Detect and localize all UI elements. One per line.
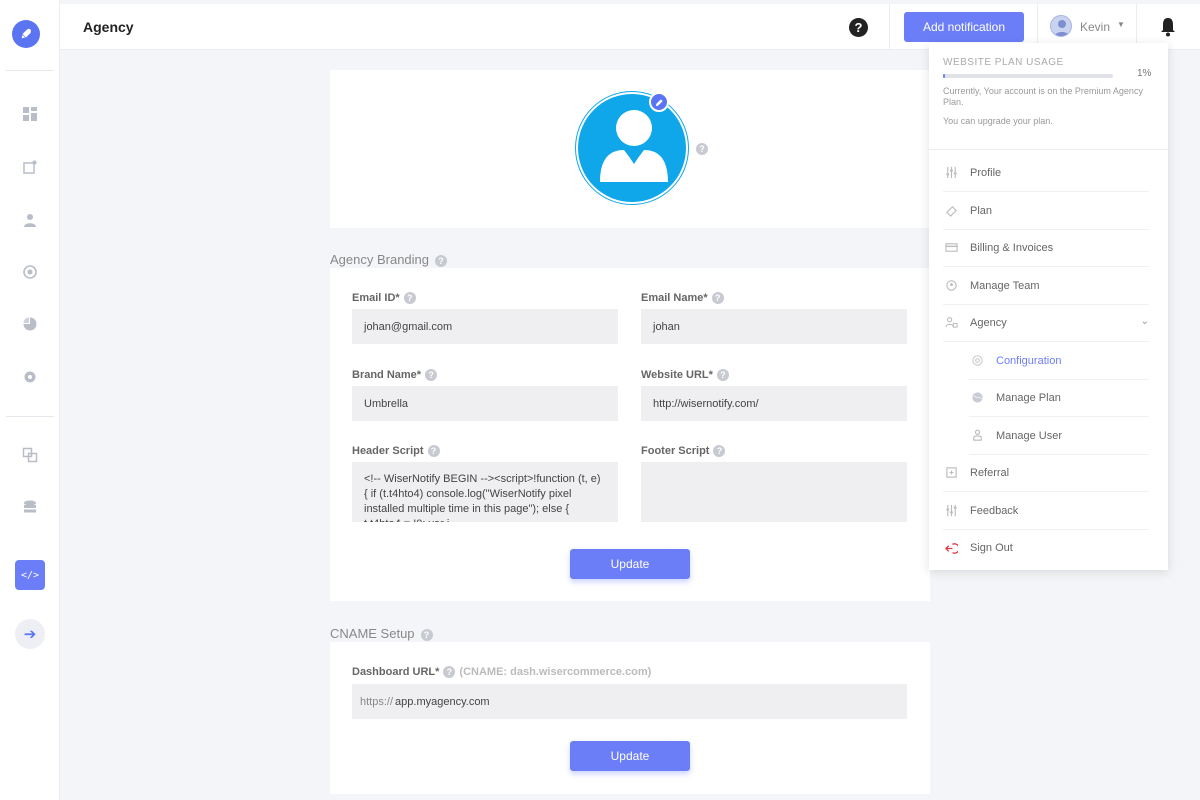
- help-icon[interactable]: ?: [696, 143, 708, 155]
- code-icon[interactable]: </>: [15, 560, 45, 590]
- help-icon[interactable]: ?: [403, 292, 416, 305]
- menu-item-profile[interactable]: Profile: [943, 154, 1149, 192]
- target-icon[interactable]: [20, 262, 40, 282]
- brand-name-label: Brand Name*?: [352, 369, 438, 382]
- usage-plan-text: Currently, Your account is on the Premiu…: [943, 86, 1143, 107]
- dashboard-url-label: Dashboard URL*? (CNAME: dash.wisercommerc…: [352, 666, 652, 679]
- url-prefix: https://: [360, 695, 394, 708]
- header-script-label: Header Script?: [352, 445, 440, 458]
- update-branding-button[interactable]: Update: [570, 549, 690, 579]
- bell-icon[interactable]: [1159, 17, 1177, 37]
- help-icon[interactable]: ?: [420, 628, 433, 641]
- usage-progress-bar: [943, 74, 1113, 78]
- email-name-label: Email Name*?: [641, 292, 724, 305]
- help-icon[interactable]: ?: [711, 292, 724, 305]
- help-icon[interactable]: ?: [425, 369, 438, 382]
- menu-item-manage-plan[interactable]: Manage Plan: [969, 379, 1149, 417]
- help-icon[interactable]: ?: [427, 445, 440, 458]
- menu-item-team[interactable]: Manage Team: [943, 267, 1149, 305]
- pie-chart-icon[interactable]: [20, 314, 40, 334]
- menu-item-feedback[interactable]: Feedback: [943, 492, 1149, 530]
- help-icon[interactable]: ?: [713, 445, 726, 458]
- cname-hint: (CNAME: dash.wisercommerce.com): [459, 666, 652, 678]
- header-divider: [889, 4, 890, 50]
- sliders-icon: [943, 165, 959, 181]
- url-value: app.myagency.com: [395, 695, 490, 708]
- section-title-branding: Agency Branding?: [330, 252, 448, 267]
- chevron-down-icon[interactable]: ⌄: [1141, 316, 1149, 327]
- email-id-field[interactable]: johan@gmail.com: [352, 309, 618, 344]
- email-id-label: Email ID*?: [352, 292, 416, 305]
- user-stack-icon: [969, 428, 985, 444]
- email-name-field[interactable]: johan: [641, 309, 907, 344]
- ticket-icon: [943, 203, 959, 219]
- chevron-down-icon[interactable]: ▼: [1117, 20, 1125, 29]
- gear-icon: [969, 353, 985, 369]
- dashboard-icon[interactable]: [20, 104, 40, 124]
- sliders-icon: [943, 503, 959, 519]
- user-name[interactable]: Kevin: [1080, 20, 1110, 34]
- sidebar-divider: [6, 70, 54, 71]
- user-dropdown-menu: WEBSITE PLAN USAGE 1% Currently, Your ac…: [929, 43, 1168, 570]
- rocket-logo-icon[interactable]: [12, 20, 40, 48]
- section-title-cname: CNAME Setup?: [330, 626, 433, 641]
- menu-item-billing[interactable]: Billing & Invoices: [943, 229, 1149, 267]
- website-url-field[interactable]: http://wisernotify.com/: [641, 386, 907, 421]
- agency-avatar[interactable]: [576, 92, 688, 204]
- sidebar: </> ➔: [0, 0, 60, 800]
- usage-title: WEBSITE PLAN USAGE: [943, 57, 1064, 68]
- add-notification-button[interactable]: Add notification: [904, 12, 1024, 42]
- dropdown-divider: [929, 149, 1168, 150]
- website-url-label: Website URL*?: [641, 369, 729, 382]
- user-icon[interactable]: [20, 210, 40, 230]
- usage-progress-fill: [943, 74, 945, 78]
- database-icon[interactable]: [20, 497, 40, 517]
- help-icon[interactable]: ?: [435, 254, 448, 267]
- branding-card: Email ID*? johan@gmail.com Email Name*? …: [330, 268, 930, 601]
- help-icon[interactable]: ?: [443, 666, 456, 679]
- team-gear-icon: [943, 278, 959, 294]
- menu-item-referral[interactable]: Referral: [943, 454, 1149, 492]
- menu-item-manage-user[interactable]: Manage User: [969, 417, 1149, 455]
- header-script-textarea[interactable]: <!-- WiserNotify BEGIN --><script>!funct…: [352, 462, 618, 522]
- referral-icon: [943, 465, 959, 481]
- update-cname-button[interactable]: Update: [570, 741, 690, 771]
- credit-card-icon: [943, 240, 959, 256]
- user-avatar[interactable]: [1050, 15, 1072, 37]
- profile-image-card: ?: [330, 70, 930, 228]
- brand-name-field[interactable]: Umbrella: [352, 386, 618, 421]
- usage-percent: 1%: [1137, 68, 1152, 79]
- arrow-right-icon[interactable]: ➔: [15, 619, 45, 649]
- cname-card: Dashboard URL*? (CNAME: dash.wisercommerc…: [330, 642, 930, 794]
- menu-item-configuration[interactable]: Configuration: [969, 342, 1149, 380]
- agency-users-icon: [943, 315, 959, 331]
- footer-script-label: Footer Script?: [641, 445, 726, 458]
- integrations-icon[interactable]: [20, 445, 40, 465]
- globe-icon: [969, 390, 985, 406]
- edit-pencil-icon[interactable]: [649, 92, 669, 112]
- notification-box-icon[interactable]: [20, 157, 40, 177]
- dashboard-url-field[interactable]: https:// app.myagency.com: [352, 684, 907, 719]
- usage-upgrade-text[interactable]: You can upgrade your plan.: [943, 116, 1148, 127]
- page-title: Agency: [83, 19, 134, 35]
- help-icon[interactable]: ?: [849, 18, 868, 37]
- menu-item-sign-out[interactable]: Sign Out: [943, 529, 1149, 567]
- sign-out-icon: [943, 540, 959, 556]
- footer-script-textarea[interactable]: [641, 462, 907, 522]
- sidebar-divider: [6, 416, 54, 417]
- menu-item-plan[interactable]: Plan: [943, 192, 1149, 230]
- menu-item-agency[interactable]: Agency ⌄: [943, 304, 1149, 342]
- settings-gear-icon[interactable]: [20, 367, 40, 387]
- help-icon[interactable]: ?: [716, 369, 729, 382]
